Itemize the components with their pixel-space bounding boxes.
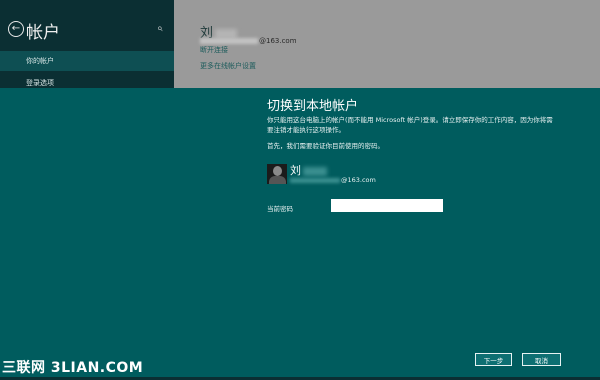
dialog-user-email-suffix: @163.com xyxy=(341,176,376,184)
avatar xyxy=(267,164,287,184)
search-icon[interactable]: ⌕ xyxy=(157,23,163,34)
dialog-user-email: @163.com xyxy=(290,176,376,184)
settings-background: ← 帐户 ⌕ 你的帐户 登录选项 刘 @163.com 断开连接 更多在线帐户设… xyxy=(0,0,600,88)
pane-title: 帐户 xyxy=(26,23,60,43)
redacted-name xyxy=(303,166,327,176)
left-pane: ← 帐户 ⌕ 你的帐户 登录选项 xyxy=(0,0,174,88)
password-label: 当前密码 xyxy=(267,205,293,213)
current-password-input[interactable] xyxy=(331,199,443,212)
back-button[interactable]: ← xyxy=(8,21,24,37)
back-arrow-icon: ← xyxy=(11,23,21,34)
watermark: 三联网 3LIAN.COM xyxy=(2,360,144,376)
dialog-title: 切换到本地帐户 xyxy=(267,99,359,114)
more-online-settings-link[interactable]: 更多在线帐户设置 xyxy=(200,61,256,71)
disconnect-link[interactable]: 断开连接 xyxy=(200,45,228,55)
avatar-body xyxy=(269,176,286,184)
next-button[interactable]: 下一步 xyxy=(475,353,512,366)
cancel-button[interactable]: 取消 xyxy=(522,353,561,366)
account-email: @163.com xyxy=(200,37,297,45)
account-email-suffix: @163.com xyxy=(259,37,297,45)
redacted-email xyxy=(290,177,340,183)
nav-item-your-account[interactable]: 你的帐户 xyxy=(0,51,174,71)
verify-text: 首先，我们需要验证你目前使用的密码。 xyxy=(267,142,384,150)
dialog-description: 你只能用这台电脑上的帐户(而不能用 Microsoft 帐户)登录。请立即保存你… xyxy=(267,116,553,134)
avatar-head xyxy=(273,166,282,176)
redacted-email xyxy=(200,38,258,44)
